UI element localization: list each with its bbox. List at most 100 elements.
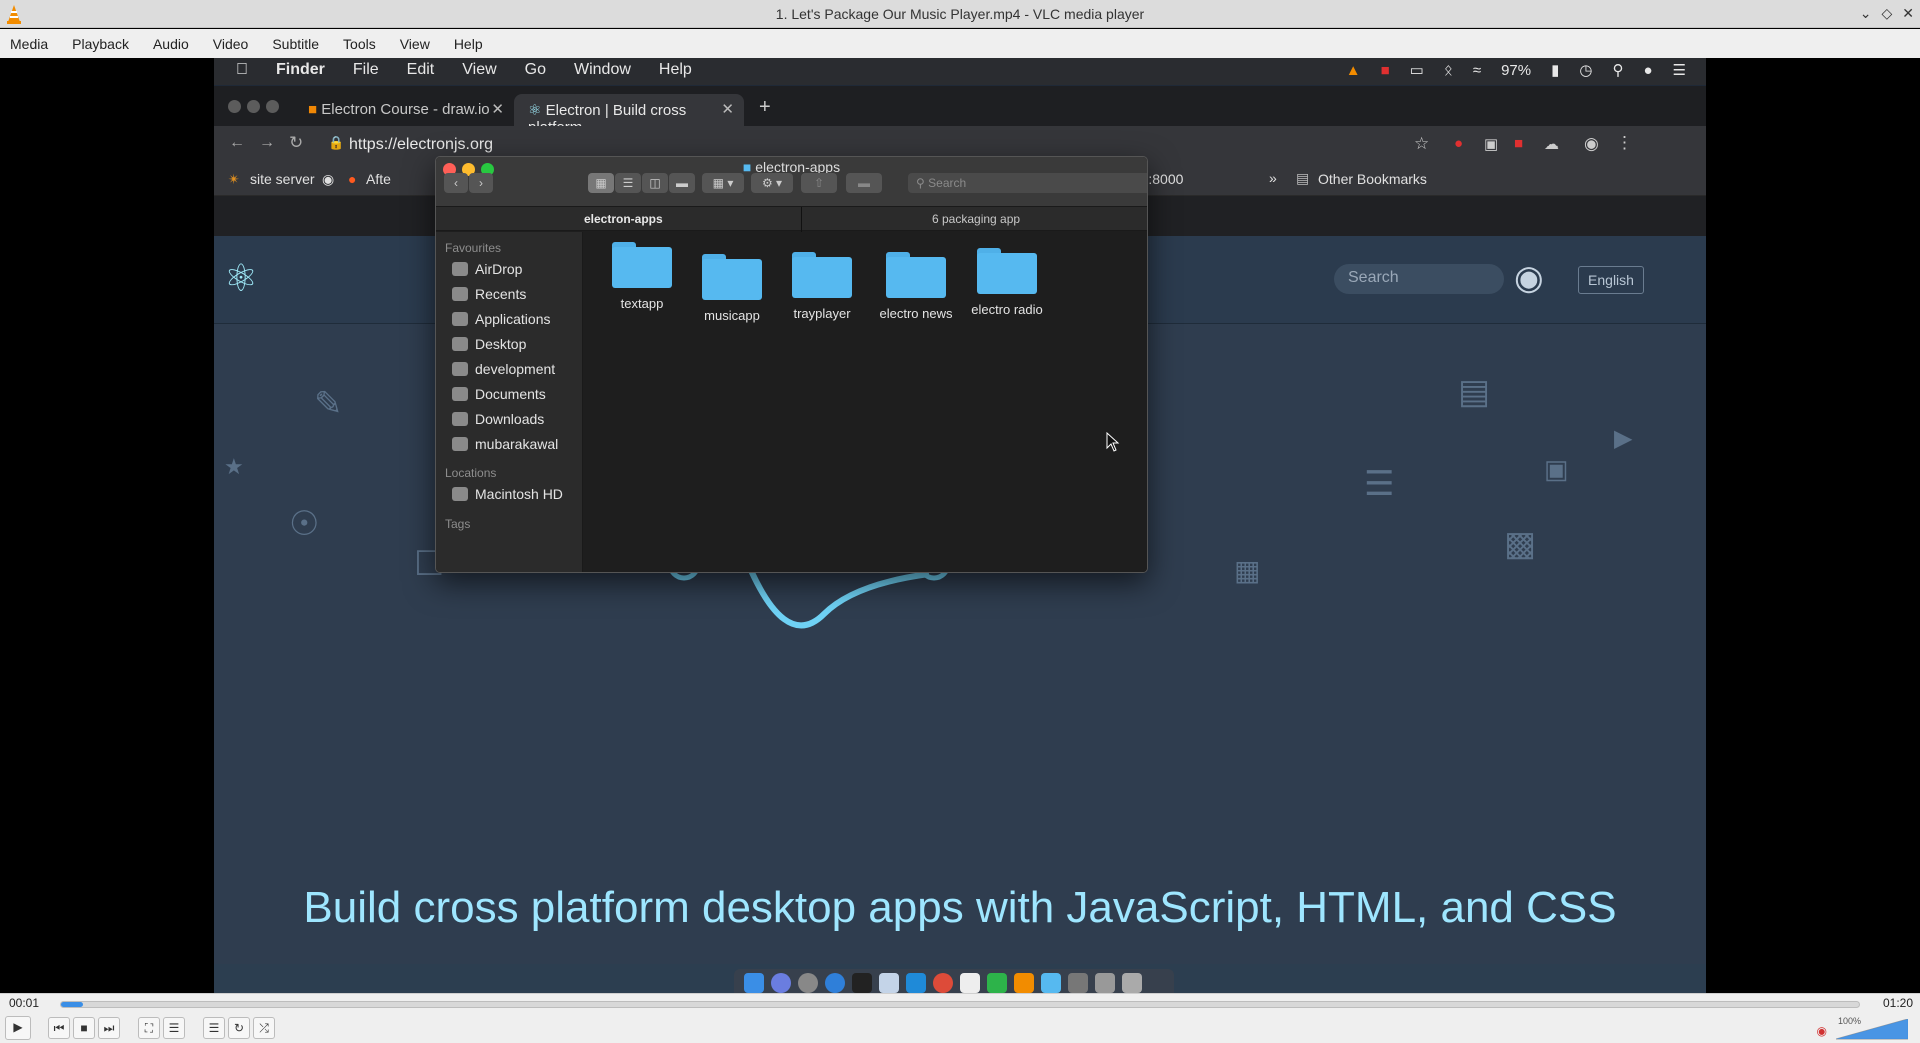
volume-wedge (1836, 1019, 1908, 1040)
browser-close-dot[interactable] (228, 100, 241, 113)
browser-min-dot[interactable] (247, 100, 260, 113)
folder-trayplayer[interactable]: trayplayer (777, 252, 867, 321)
site-search-input[interactable]: Search (1334, 264, 1504, 294)
gallery-view-button[interactable]: ▬ (669, 173, 695, 193)
close-icon[interactable]: ✕ (1902, 5, 1914, 22)
vlc-titlebar: 1. Let's Package Our Music Player.mp4 - … (0, 0, 1920, 28)
sidebar-item-downloads[interactable]: Downloads (452, 411, 544, 427)
mute-icon[interactable]: ◉ (1817, 1024, 1827, 1038)
bookmark-star-icon[interactable]: ☆ (1414, 134, 1429, 154)
sidebar-item-home[interactable]: mubarakawal (452, 436, 558, 452)
finder-tab-electron-apps[interactable]: electron-apps (584, 212, 663, 226)
dock-chrome-icon[interactable] (933, 973, 953, 993)
globe-icon[interactable]: ◉ (322, 171, 334, 188)
list-view-button[interactable]: ☰ (615, 173, 641, 193)
dock-folder-icon[interactable] (1041, 973, 1061, 993)
menu-video[interactable]: Video (213, 36, 260, 52)
folder-icon (886, 252, 946, 298)
menu-help[interactable]: Help (454, 36, 494, 52)
tab-electron[interactable]: ⚛ Electron | Build cross platform ✕ (514, 94, 744, 136)
finder-tab-packaging[interactable]: 6 packaging app (932, 212, 1020, 226)
video-area[interactable]:  Finder File Edit View Go Window Help ▲… (0, 58, 1920, 993)
github-icon[interactable]: ◉ (1514, 258, 1544, 298)
dock-camtasia-icon[interactable] (987, 973, 1007, 993)
action-gear-button[interactable]: ⚙ ▾ (751, 173, 793, 193)
dock-safari-icon[interactable] (825, 973, 845, 993)
browser-max-dot[interactable] (266, 100, 279, 113)
back-icon[interactable]: ← (229, 134, 245, 152)
dock-vscode-icon[interactable] (906, 973, 926, 993)
folder-musicapp[interactable]: musicapp (687, 254, 777, 323)
electron-logo-icon[interactable]: ⚛ (224, 256, 258, 301)
dock-finder-icon[interactable] (744, 973, 764, 993)
folder-textapp[interactable]: textapp (597, 242, 687, 311)
fullscreen-button[interactable]: ⛶ (138, 1017, 160, 1039)
sidebar-item-macintosh-hd[interactable]: Macintosh HD (452, 486, 563, 502)
dock-tasks-icon[interactable] (960, 973, 980, 993)
sidebar-item-desktop[interactable]: Desktop (452, 336, 526, 352)
more-bookmarks-icon[interactable]: » (1269, 170, 1277, 186)
dock-grid-icon[interactable] (1068, 973, 1088, 993)
menu-playback[interactable]: Playback (72, 36, 140, 52)
extended-settings-button[interactable]: ☰ (163, 1017, 185, 1039)
extension-icon[interactable]: ● (1454, 135, 1463, 152)
finder-search-input[interactable]: ⚲ Search (908, 173, 1147, 193)
sidebar-item-applications[interactable]: Applications (452, 311, 551, 327)
finder-content[interactable]: textapp musicapp trayplayer electro news… (584, 232, 1147, 572)
bookmark-afte[interactable]: Afte (366, 171, 391, 187)
sidebar-item-airdrop[interactable]: AirDrop (452, 261, 522, 277)
stop-button[interactable]: ■ (73, 1017, 95, 1039)
dock-launchpad-icon[interactable] (771, 973, 791, 993)
playlist-button[interactable]: ☰ (203, 1017, 225, 1039)
reload-icon[interactable]: ↻ (289, 133, 303, 153)
dock-preview-icon[interactable] (879, 973, 899, 993)
next-button[interactable]: ⏭ (98, 1017, 120, 1039)
icon-view-button[interactable]: ▦ (588, 173, 614, 193)
language-button[interactable]: English (1578, 266, 1644, 294)
menu-dots-icon[interactable]: ⋮ (1616, 133, 1633, 153)
minimize-icon[interactable]: ⌄ (1860, 5, 1872, 22)
play-button[interactable]: ▶ (5, 1016, 31, 1040)
dock-vlc-icon[interactable] (1014, 973, 1034, 993)
extension2-icon[interactable]: ■ (1514, 135, 1523, 152)
dock-keyboard-icon[interactable] (1095, 973, 1115, 993)
folder-electro-news[interactable]: electro news (871, 252, 961, 321)
forward-icon[interactable]: → (259, 134, 275, 152)
finder-forward-button[interactable]: › (469, 173, 493, 193)
shuffle-button[interactable]: ⤮ (253, 1017, 275, 1039)
dock-terminal-icon[interactable] (852, 973, 872, 993)
address-bar[interactable]: https://electronjs.org (349, 136, 493, 154)
column-view-button[interactable]: ◫ (642, 173, 668, 193)
group-button[interactable]: ▦ ▾ (702, 173, 744, 193)
cloud-icon[interactable]: ☁ (1544, 135, 1559, 153)
share-button[interactable]: ⇧ (801, 173, 837, 193)
finder-back-button[interactable]: ‹ (444, 173, 468, 193)
bookmark-other[interactable]: Other Bookmarks (1318, 171, 1427, 187)
previous-button[interactable]: ⏮ (48, 1017, 70, 1039)
loop-button[interactable]: ↻ (228, 1017, 250, 1039)
maximize-icon[interactable]: ◇ (1881, 5, 1892, 22)
menu-tools[interactable]: Tools (343, 36, 387, 52)
locations-heading: Locations (445, 466, 497, 480)
profile-icon[interactable]: ◉ (1584, 134, 1599, 154)
tab-close-icon[interactable]: ✕ (721, 100, 734, 118)
menu-audio[interactable]: Audio (153, 36, 200, 52)
menu-subtitle[interactable]: Subtitle (272, 36, 330, 52)
seek-bar[interactable] (60, 1001, 1860, 1008)
dock-trash-icon[interactable] (1122, 973, 1142, 993)
menu-media[interactable]: Media (10, 36, 59, 52)
dock-rocket-icon[interactable] (798, 973, 818, 993)
new-tab-icon[interactable]: + (759, 96, 771, 119)
sidebar-item-recents[interactable]: Recents (452, 286, 526, 302)
volume-slider[interactable]: 100% (1836, 1016, 1908, 1040)
tag-button[interactable]: ▬ (846, 173, 882, 193)
camera-icon[interactable]: ▣ (1484, 135, 1498, 153)
bookmark-site-server[interactable]: site server (250, 171, 315, 187)
folder-electro-radio[interactable]: electro radio (962, 248, 1052, 317)
menu-view[interactable]: View (400, 36, 441, 52)
sidebar-item-documents[interactable]: Documents (452, 386, 546, 402)
tab-drawio[interactable]: ■ Electron Course - draw.io ✕ (294, 94, 514, 126)
tab-close-icon[interactable]: ✕ (491, 100, 504, 118)
sidebar-item-label: Desktop (475, 336, 527, 352)
sidebar-item-development[interactable]: development (452, 361, 555, 377)
